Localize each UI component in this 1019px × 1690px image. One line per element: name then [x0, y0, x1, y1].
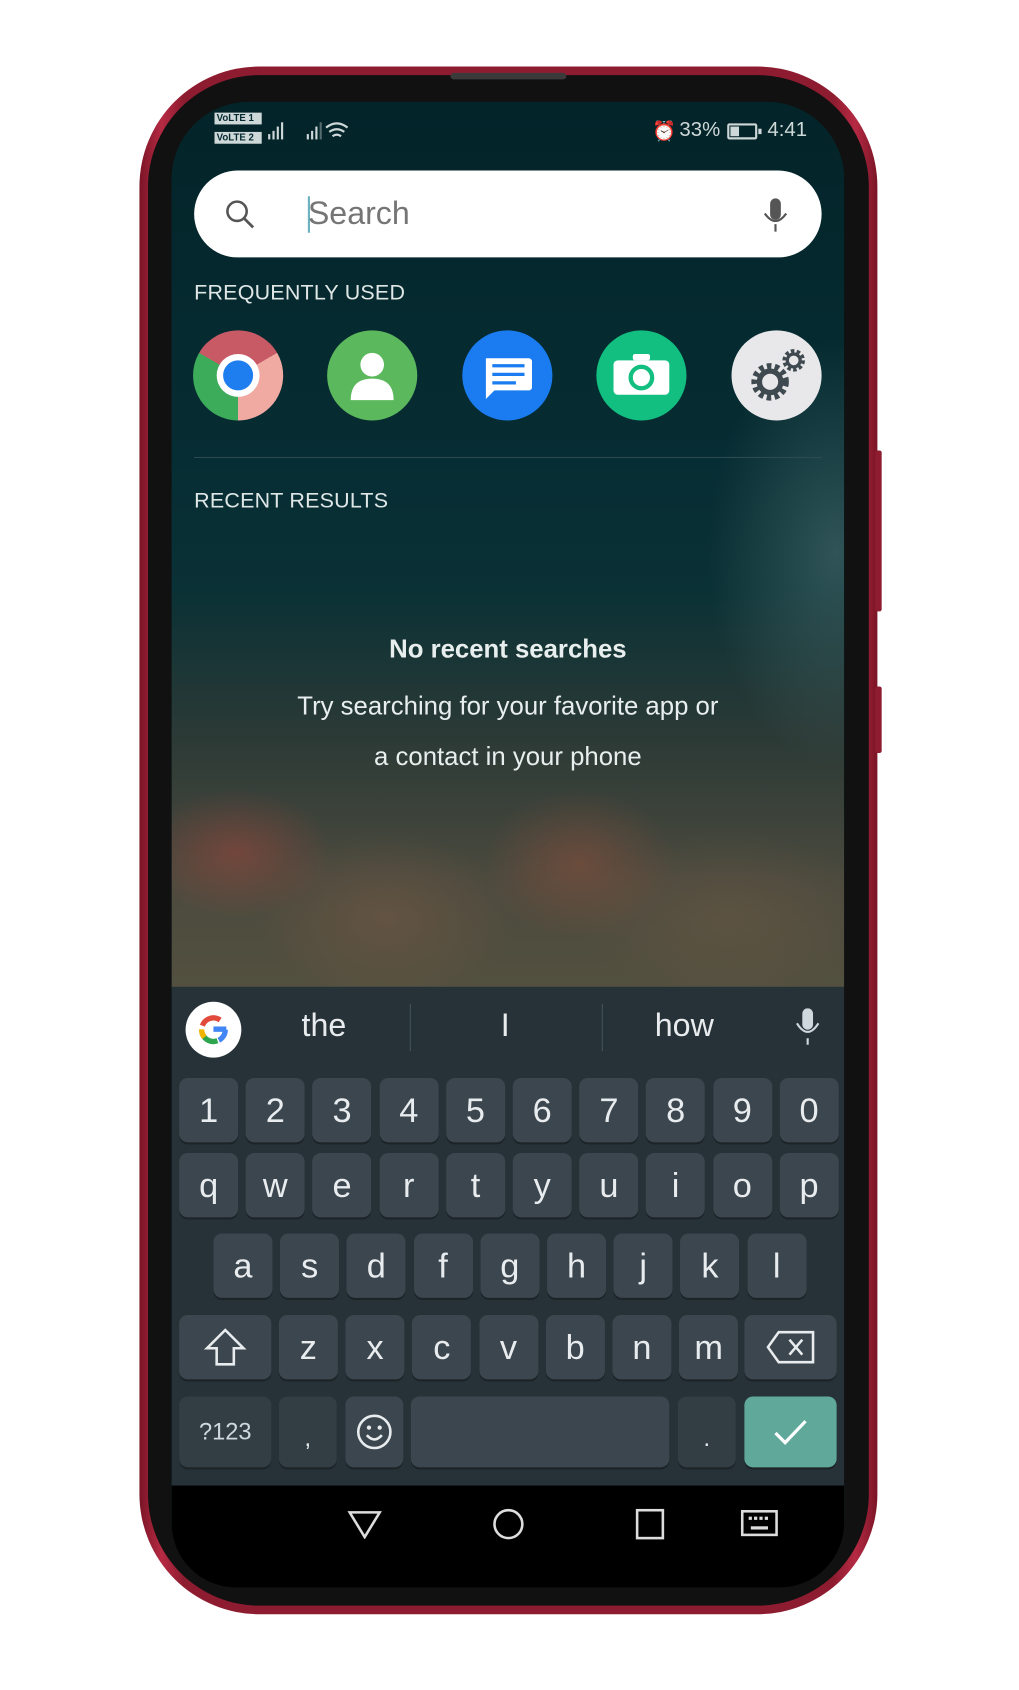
key-j[interactable]: j	[613, 1233, 673, 1298]
search-input[interactable]	[307, 189, 737, 240]
screen: VoLTE 1 VoLTE 2 ⏰ 33% 4:41 FREQUENTLY US…	[171, 101, 845, 1588]
navigation-bar	[171, 1485, 845, 1588]
key-n[interactable]: n	[612, 1315, 672, 1380]
speaker-grille	[450, 72, 567, 80]
key-x[interactable]: x	[345, 1315, 405, 1380]
home-icon[interactable]	[491, 1507, 525, 1541]
key-9[interactable]: 9	[712, 1077, 772, 1143]
key-v[interactable]: v	[479, 1315, 539, 1380]
keyboard: the I how 1234567890 qwertyuiop asdfghjkl z…	[171, 986, 845, 1486]
period-key[interactable]: .	[677, 1396, 736, 1468]
key-f[interactable]: f	[413, 1233, 473, 1298]
key-5[interactable]: 5	[445, 1077, 505, 1143]
divider	[601, 1003, 603, 1052]
power-button	[875, 686, 882, 753]
keyboard-icon[interactable]	[740, 1509, 779, 1539]
key-3[interactable]: 3	[312, 1077, 372, 1143]
checkmark-icon	[774, 1420, 807, 1445]
key-l[interactable]: l	[747, 1233, 807, 1298]
backspace-key[interactable]	[744, 1315, 837, 1380]
key-d[interactable]: d	[346, 1233, 406, 1298]
emoji-icon	[356, 1414, 392, 1450]
key-p[interactable]: p	[779, 1153, 839, 1218]
key-c[interactable]: c	[412, 1315, 472, 1380]
key-0[interactable]: 0	[779, 1077, 839, 1143]
backspace-icon	[766, 1330, 815, 1364]
sim2-badge: VoLTE 2	[214, 131, 262, 144]
comma-key[interactable]: ,	[278, 1396, 337, 1468]
key-7[interactable]: 7	[579, 1077, 639, 1143]
key-t[interactable]: t	[445, 1153, 505, 1218]
emoji-key[interactable]	[345, 1396, 404, 1468]
status-right: ⏰ 33% 4:41	[652, 119, 807, 143]
key-o[interactable]: o	[712, 1153, 772, 1218]
symbols-key[interactable]: ?123	[179, 1396, 272, 1468]
camera-icon	[613, 353, 670, 395]
battery-icon	[727, 122, 763, 139]
key-r[interactable]: r	[379, 1153, 439, 1218]
key-k[interactable]: k	[680, 1233, 740, 1298]
message-icon	[485, 358, 533, 400]
voice-input-icon[interactable]	[794, 1008, 822, 1047]
google-g-icon	[198, 1015, 228, 1045]
key-s[interactable]: s	[280, 1233, 340, 1298]
frequently-used-label: FREQUENTLY USED	[194, 281, 406, 305]
key-q[interactable]: q	[179, 1153, 239, 1218]
empty-state-text: Try searching for your favorite app or	[297, 691, 719, 721]
key-4[interactable]: 4	[379, 1077, 439, 1143]
mic-icon[interactable]	[759, 196, 791, 235]
signal-wifi-icons	[268, 122, 349, 140]
divider	[409, 1003, 411, 1052]
key-y[interactable]: y	[512, 1153, 572, 1218]
key-a[interactable]: a	[213, 1233, 273, 1298]
volume-button	[875, 450, 882, 612]
back-icon[interactable]	[347, 1509, 382, 1540]
app-chrome[interactable]	[193, 330, 284, 421]
app-messages[interactable]	[462, 330, 553, 421]
clock: 4:41	[767, 119, 808, 142]
search-bar[interactable]	[194, 170, 822, 258]
space-key[interactable]	[410, 1396, 670, 1468]
app-contacts[interactable]	[327, 330, 418, 421]
key-g[interactable]: g	[480, 1233, 540, 1298]
key-8[interactable]: 8	[646, 1077, 706, 1143]
recent-results-label: RECENT RESULTS	[194, 489, 389, 513]
search-icon	[226, 200, 255, 229]
key-m[interactable]: m	[679, 1315, 739, 1380]
shift-key[interactable]	[179, 1315, 272, 1380]
recents-icon[interactable]	[635, 1508, 665, 1540]
key-6[interactable]: 6	[512, 1077, 572, 1143]
contact-icon	[350, 352, 394, 401]
sim1-badge: VoLTE 1	[214, 112, 262, 125]
settings-gear-icon	[751, 349, 805, 401]
key-h[interactable]: h	[547, 1233, 607, 1298]
key-i[interactable]: i	[646, 1153, 706, 1218]
chrome-icon	[216, 353, 260, 397]
key-z[interactable]: z	[278, 1315, 338, 1380]
key-e[interactable]: e	[312, 1153, 372, 1218]
app-camera[interactable]	[596, 330, 687, 421]
app-settings[interactable]	[731, 330, 822, 421]
google-button[interactable]	[185, 1001, 242, 1058]
empty-state-title: No recent searches	[389, 634, 627, 664]
alarm-icon: ⏰	[652, 119, 677, 142]
key-2[interactable]: 2	[245, 1077, 305, 1143]
suggestion[interactable]: how	[620, 1008, 749, 1044]
suggestion[interactable]: I	[441, 1008, 570, 1044]
key-b[interactable]: b	[545, 1315, 605, 1380]
key-u[interactable]: u	[579, 1153, 639, 1218]
enter-key[interactable]	[744, 1396, 837, 1468]
key-1[interactable]: 1	[179, 1077, 239, 1143]
divider	[194, 456, 822, 459]
battery-percent: 33%	[679, 119, 721, 142]
shift-icon	[203, 1328, 247, 1366]
key-w[interactable]: w	[245, 1153, 305, 1218]
suggestion[interactable]: the	[260, 1008, 389, 1044]
empty-state-text: a contact in your phone	[374, 742, 642, 772]
sim-indicator: VoLTE 1 VoLTE 2	[214, 112, 262, 144]
